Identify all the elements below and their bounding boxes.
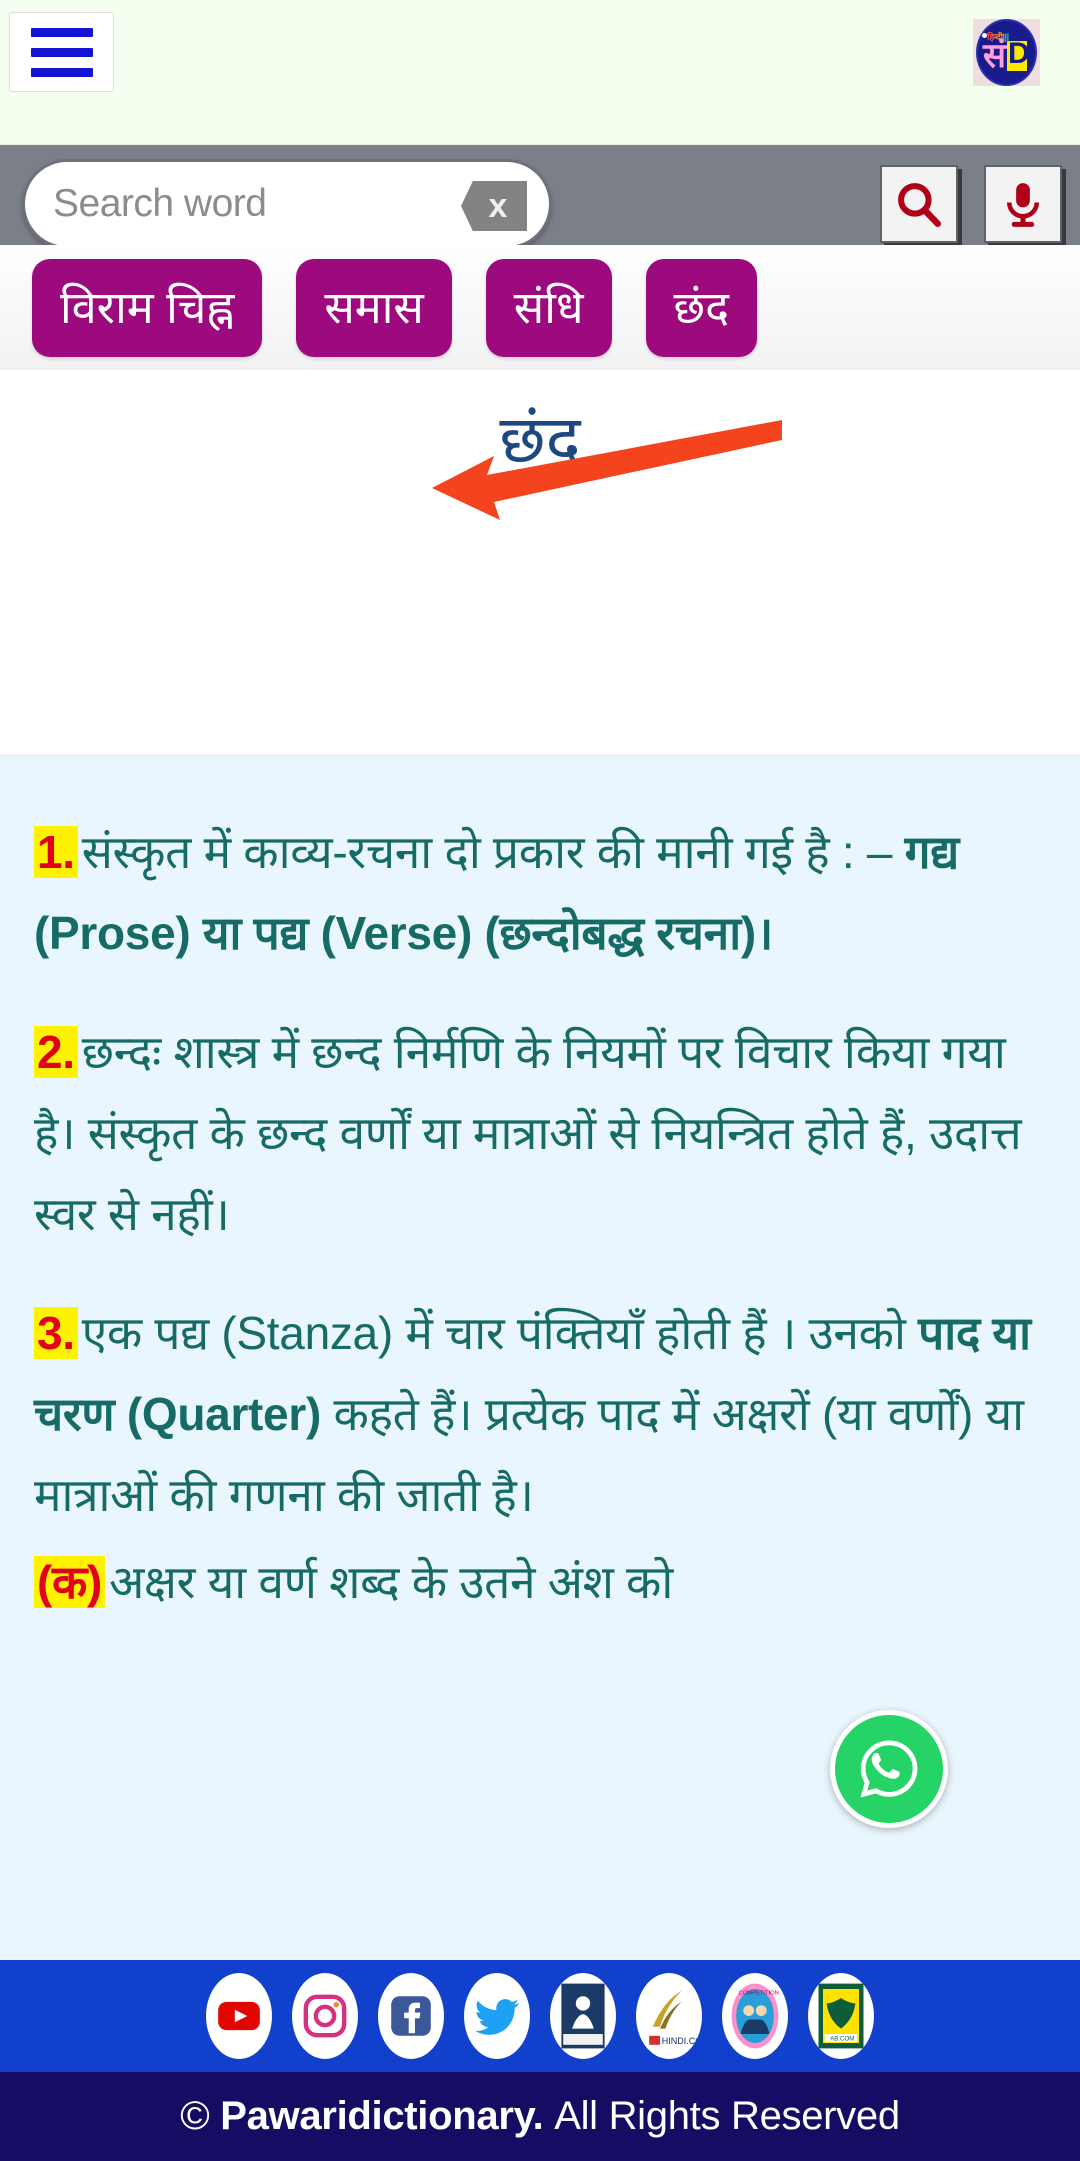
voice-search-button[interactable] xyxy=(984,165,1062,243)
brand-logo[interactable]: हिन्दी||| सं D xyxy=(973,19,1040,86)
social-links-bar: HINDI.COM COMPETITION AB.COM xyxy=(0,1960,1080,2072)
content-item-2: 2. छन्दः शास्त्र में छन्द निर्मणि के नियम… xyxy=(0,1012,1080,1255)
content-text-3-plain: एक पद्य (Stanza) में चार पंक्तियाँ होती … xyxy=(81,1307,919,1359)
category-button-samas[interactable]: समास xyxy=(296,258,452,357)
content-item-4: (क) अक्षर या वर्ण शब्द के उतने अंश को xyxy=(0,1542,1080,1623)
youtube-icon[interactable] xyxy=(206,1973,272,2059)
search-icon xyxy=(898,183,941,228)
close-icon: x xyxy=(488,187,508,225)
twitter-icon[interactable] xyxy=(464,1973,530,2059)
sanskrit-site-icon[interactable] xyxy=(550,1973,616,2059)
search-input-wrapper[interactable]: Search word x xyxy=(22,159,552,249)
svg-text:AB.COM: AB.COM xyxy=(830,2036,854,2043)
hamburger-menu-icon[interactable] xyxy=(9,12,114,92)
category-button-row: विराम चिह्न समास संधि छंद xyxy=(0,245,1080,370)
category-button-viram-chihn[interactable]: विराम चिह्न xyxy=(32,258,263,357)
content-item-1: 1. संस्कृत में काव्य-रचना दो प्रकार की मा… xyxy=(0,812,1080,974)
page-title-section: छंद xyxy=(0,370,1080,555)
copyright-symbol: © xyxy=(180,2094,210,2138)
content-text-1-plain: संस्कृत में काव्य-रचना दो प्रकार की मानी… xyxy=(81,826,905,878)
content-text-2-plain: छन्दः शास्त्र में छन्द निर्मणि के नियमों… xyxy=(34,1026,1022,1240)
top-header-bar: हिन्दी||| सं D xyxy=(0,0,1080,145)
list-marker-1: 1. xyxy=(34,826,78,878)
svg-text:HINDI.COM: HINDI.COM xyxy=(662,2036,697,2046)
list-marker-3: 3. xyxy=(34,1307,78,1359)
app-root: हिन्दी||| सं D Search word x xyxy=(0,0,1080,2161)
hindicom-icon[interactable]: HINDI.COM xyxy=(636,1973,702,2059)
hamburger-line-3 xyxy=(30,67,93,77)
content-text-4-plain: अक्षर या वर्ण शब्द के उतने अंश को xyxy=(109,1556,673,1608)
copyright-bar: © Pawaridictionary. All Rights Reserved xyxy=(0,2072,1080,2161)
category-button-sandhi[interactable]: संधि xyxy=(485,258,612,357)
category-button-chhand[interactable]: छंद xyxy=(645,258,757,357)
ab-com-icon[interactable]: AB.COM xyxy=(808,1973,874,2059)
copyright-rest: All Rights Reserved xyxy=(554,2094,900,2138)
logo-dot xyxy=(982,33,987,38)
facebook-icon[interactable] xyxy=(378,1973,444,2059)
copyright-brand: Pawaridictionary. xyxy=(220,2094,544,2138)
competition-icon[interactable]: COMPETITION xyxy=(722,1973,788,2059)
pointer-arrow-annotation xyxy=(432,420,782,520)
logo-d-letter: D xyxy=(1008,37,1030,70)
hamburger-line-1 xyxy=(30,27,93,37)
clear-search-button[interactable]: x xyxy=(461,181,527,231)
search-button[interactable] xyxy=(880,165,958,243)
logo-sa-letter: सं xyxy=(983,37,1006,75)
whatsapp-icon xyxy=(860,1740,918,1798)
svg-text:COMPETITION: COMPETITION xyxy=(739,1990,779,1996)
search-input[interactable]: Search word xyxy=(53,182,267,226)
instagram-icon[interactable] xyxy=(292,1973,358,2059)
logo-tagline: हिन्दी||| xyxy=(987,32,1009,42)
whatsapp-float-button[interactable] xyxy=(830,1710,948,1828)
content-item-3: 3. एक पद्य (Stanza) में चार पंक्तियाँ होत… xyxy=(0,1293,1080,1536)
search-bar-strip: Search word x xyxy=(0,145,1080,249)
list-marker-ka: (क) xyxy=(34,1556,106,1608)
microphone-icon xyxy=(1006,183,1040,227)
hamburger-line-2 xyxy=(30,47,93,57)
list-marker-2: 2. xyxy=(34,1026,78,1078)
